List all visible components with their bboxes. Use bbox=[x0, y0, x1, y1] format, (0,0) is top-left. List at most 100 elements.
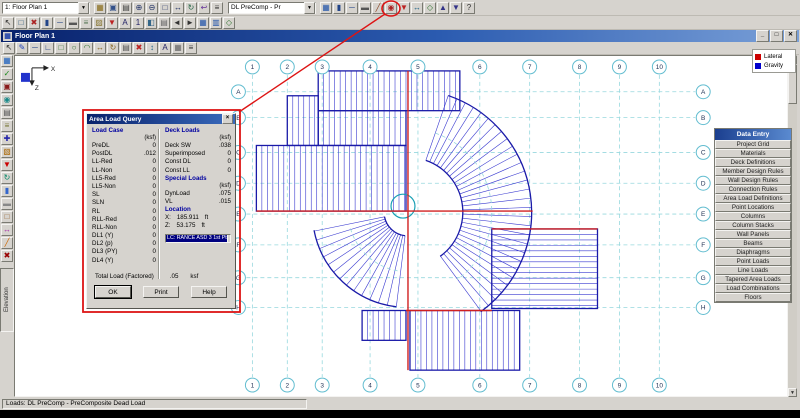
story-down-icon[interactable]: ▼ bbox=[450, 2, 462, 14]
undo-icon[interactable]: ↩ bbox=[198, 2, 210, 14]
help-button[interactable]: Help bbox=[191, 286, 227, 298]
select-icon[interactable]: ↖ bbox=[2, 17, 14, 29]
chevron-down-icon[interactable]: ▼ bbox=[227, 234, 231, 243]
show-loads-icon[interactable]: ▼ bbox=[106, 17, 118, 29]
numbers-icon[interactable]: 1 bbox=[132, 17, 144, 29]
perspective-view-icon[interactable]: ◇ bbox=[223, 17, 235, 29]
load-case-selector-combo[interactable]: DL PreComp - Pr ▼ bbox=[228, 2, 316, 14]
frame-icon[interactable]: ╱ bbox=[1, 237, 13, 249]
pan-icon[interactable]: ↔ bbox=[172, 2, 184, 14]
snap-icon[interactable]: ▦ bbox=[172, 42, 184, 54]
data-entry-area-load-definitions[interactable]: Area Load Definitions bbox=[715, 194, 791, 203]
properties-icon[interactable]: ≡ bbox=[185, 42, 197, 54]
column-icon[interactable]: ▮ bbox=[333, 2, 345, 14]
ok-button[interactable]: OK bbox=[95, 286, 131, 298]
data-entry-project-grid[interactable]: Project Grid bbox=[715, 140, 791, 149]
show-deck-icon[interactable]: ▨ bbox=[93, 17, 105, 29]
criteria-icon[interactable]: ≡ bbox=[1, 120, 13, 132]
show-joists-icon[interactable]: ≡ bbox=[80, 17, 92, 29]
text-icon[interactable]: A bbox=[159, 42, 171, 54]
data-entry-materials[interactable]: Materials bbox=[715, 149, 791, 158]
query-area-load-icon[interactable]: ◉ bbox=[385, 2, 397, 14]
design-icon[interactable]: ▣ bbox=[1, 81, 13, 93]
data-entry-diaphragms[interactable]: Diaphragms bbox=[715, 248, 791, 257]
arc-icon[interactable]: ◠ bbox=[81, 42, 93, 54]
copy-icon[interactable]: ▤ bbox=[120, 42, 132, 54]
datacheck-icon[interactable]: ✓ bbox=[1, 68, 13, 80]
elevation-view-icon[interactable]: ▥ bbox=[210, 17, 222, 29]
data-entry-column-stacks[interactable]: Column Stacks bbox=[715, 221, 791, 230]
data-entry-point-loads[interactable]: Point Loads bbox=[715, 257, 791, 266]
show-walls-icon[interactable]: ▬ bbox=[67, 17, 79, 29]
print-button[interactable]: Print bbox=[143, 286, 179, 298]
exit-icon[interactable]: ✖ bbox=[1, 250, 13, 262]
data-entry-columns[interactable]: Columns bbox=[715, 212, 791, 221]
pointer-icon[interactable]: ↖ bbox=[3, 42, 15, 54]
dialog-title-bar[interactable]: Area Load Query × bbox=[87, 114, 235, 124]
data-entry-line-loads[interactable]: Line Loads bbox=[715, 266, 791, 275]
drift-icon[interactable]: ↔ bbox=[1, 224, 13, 236]
data-entry-member-design-rules[interactable]: Member Design Rules bbox=[715, 167, 791, 176]
story-up-icon[interactable]: ▲ bbox=[437, 2, 449, 14]
load-icon[interactable]: ▼ bbox=[398, 2, 410, 14]
zoom-window-icon[interactable]: □ bbox=[159, 2, 171, 14]
clear-selection-icon[interactable]: ✖ bbox=[28, 17, 40, 29]
steel-icon[interactable]: ▮ bbox=[1, 185, 13, 197]
assign-icon[interactable]: ✚ bbox=[1, 133, 13, 145]
delete-icon[interactable]: ✖ bbox=[133, 42, 145, 54]
data-entry-point-locations[interactable]: Point Locations bbox=[715, 203, 791, 212]
open-icon[interactable]: ▦ bbox=[94, 2, 106, 14]
concrete-icon[interactable]: ▬ bbox=[1, 198, 13, 210]
process-icon[interactable]: ↻ bbox=[1, 172, 13, 184]
zoom-in-icon[interactable]: ⊕ bbox=[133, 2, 145, 14]
report-icon[interactable]: ▤ bbox=[1, 107, 13, 119]
zoom-out-icon[interactable]: ⊖ bbox=[146, 2, 158, 14]
dimension-icon[interactable]: ↔ bbox=[411, 2, 423, 14]
show-columns-icon[interactable]: ▮ bbox=[41, 17, 53, 29]
chevron-down-icon[interactable]: ▼ bbox=[78, 2, 89, 14]
loads-icon[interactable]: ▼ bbox=[1, 159, 13, 171]
move-icon[interactable]: ↔ bbox=[94, 42, 106, 54]
close-button[interactable]: ✕ bbox=[784, 30, 797, 42]
chevron-down-icon[interactable]: ▼ bbox=[304, 2, 315, 14]
measure-icon[interactable]: ↕ bbox=[146, 42, 158, 54]
rectangle-icon[interactable]: □ bbox=[55, 42, 67, 54]
plan-view-icon[interactable]: ▦ bbox=[197, 17, 209, 29]
pencil-icon[interactable]: ✎ bbox=[16, 42, 28, 54]
mdi-title-bar[interactable]: ▦ Floor Plan 1 _ □ ✕ bbox=[1, 30, 799, 42]
rotate-icon[interactable]: ↻ bbox=[107, 42, 119, 54]
dialog-close-icon[interactable]: × bbox=[222, 114, 233, 124]
data-entry-beams[interactable]: Beams bbox=[715, 239, 791, 248]
brace-icon[interactable]: ╱ bbox=[372, 2, 384, 14]
data-entry-wall-design-rules[interactable]: Wall Design Rules bbox=[715, 176, 791, 185]
scroll-down-icon[interactable]: ▼ bbox=[788, 388, 797, 397]
elevation-tab[interactable]: Elevation bbox=[0, 268, 14, 332]
options-icon[interactable]: ≡ bbox=[211, 2, 223, 14]
labels-icon[interactable]: A bbox=[119, 17, 131, 29]
layout-icon[interactable]: ▧ bbox=[1, 146, 13, 158]
minimize-button[interactable]: _ bbox=[756, 30, 769, 42]
fence-icon[interactable]: □ bbox=[15, 17, 27, 29]
circle-icon[interactable]: ○ bbox=[68, 42, 80, 54]
load-combination-combo[interactable]: LC: RANCE ASD 3 1st Pt ▼ bbox=[165, 234, 231, 243]
data-entry-connection-rules[interactable]: Connection Rules bbox=[715, 185, 791, 194]
previous-view-icon[interactable]: ◄ bbox=[171, 17, 183, 29]
layers-icon[interactable]: ▤ bbox=[158, 17, 170, 29]
polyline-icon[interactable]: ∟ bbox=[42, 42, 54, 54]
data-entry-deck-definitions[interactable]: Deck Definitions bbox=[715, 158, 791, 167]
colors-icon[interactable]: ◧ bbox=[145, 17, 157, 29]
model-icon[interactable]: ▦ bbox=[1, 55, 13, 67]
data-entry-tapered-area-loads[interactable]: Tapered Area Loads bbox=[715, 275, 791, 284]
data-entry-load-combinations[interactable]: Load Combinations bbox=[715, 284, 791, 293]
redraw-icon[interactable]: ↻ bbox=[185, 2, 197, 14]
wall-icon[interactable]: ▬ bbox=[359, 2, 371, 14]
save-icon[interactable]: ▣ bbox=[107, 2, 119, 14]
maximize-button[interactable]: □ bbox=[770, 30, 783, 42]
line-icon[interactable]: ─ bbox=[29, 42, 41, 54]
print-icon[interactable]: ▤ bbox=[120, 2, 132, 14]
show-beams-icon[interactable]: ─ bbox=[54, 17, 66, 29]
beam-icon[interactable]: ─ bbox=[346, 2, 358, 14]
data-entry-floors[interactable]: Floors bbox=[715, 293, 791, 302]
next-view-icon[interactable]: ► bbox=[184, 17, 196, 29]
isometric-icon[interactable]: ◇ bbox=[424, 2, 436, 14]
